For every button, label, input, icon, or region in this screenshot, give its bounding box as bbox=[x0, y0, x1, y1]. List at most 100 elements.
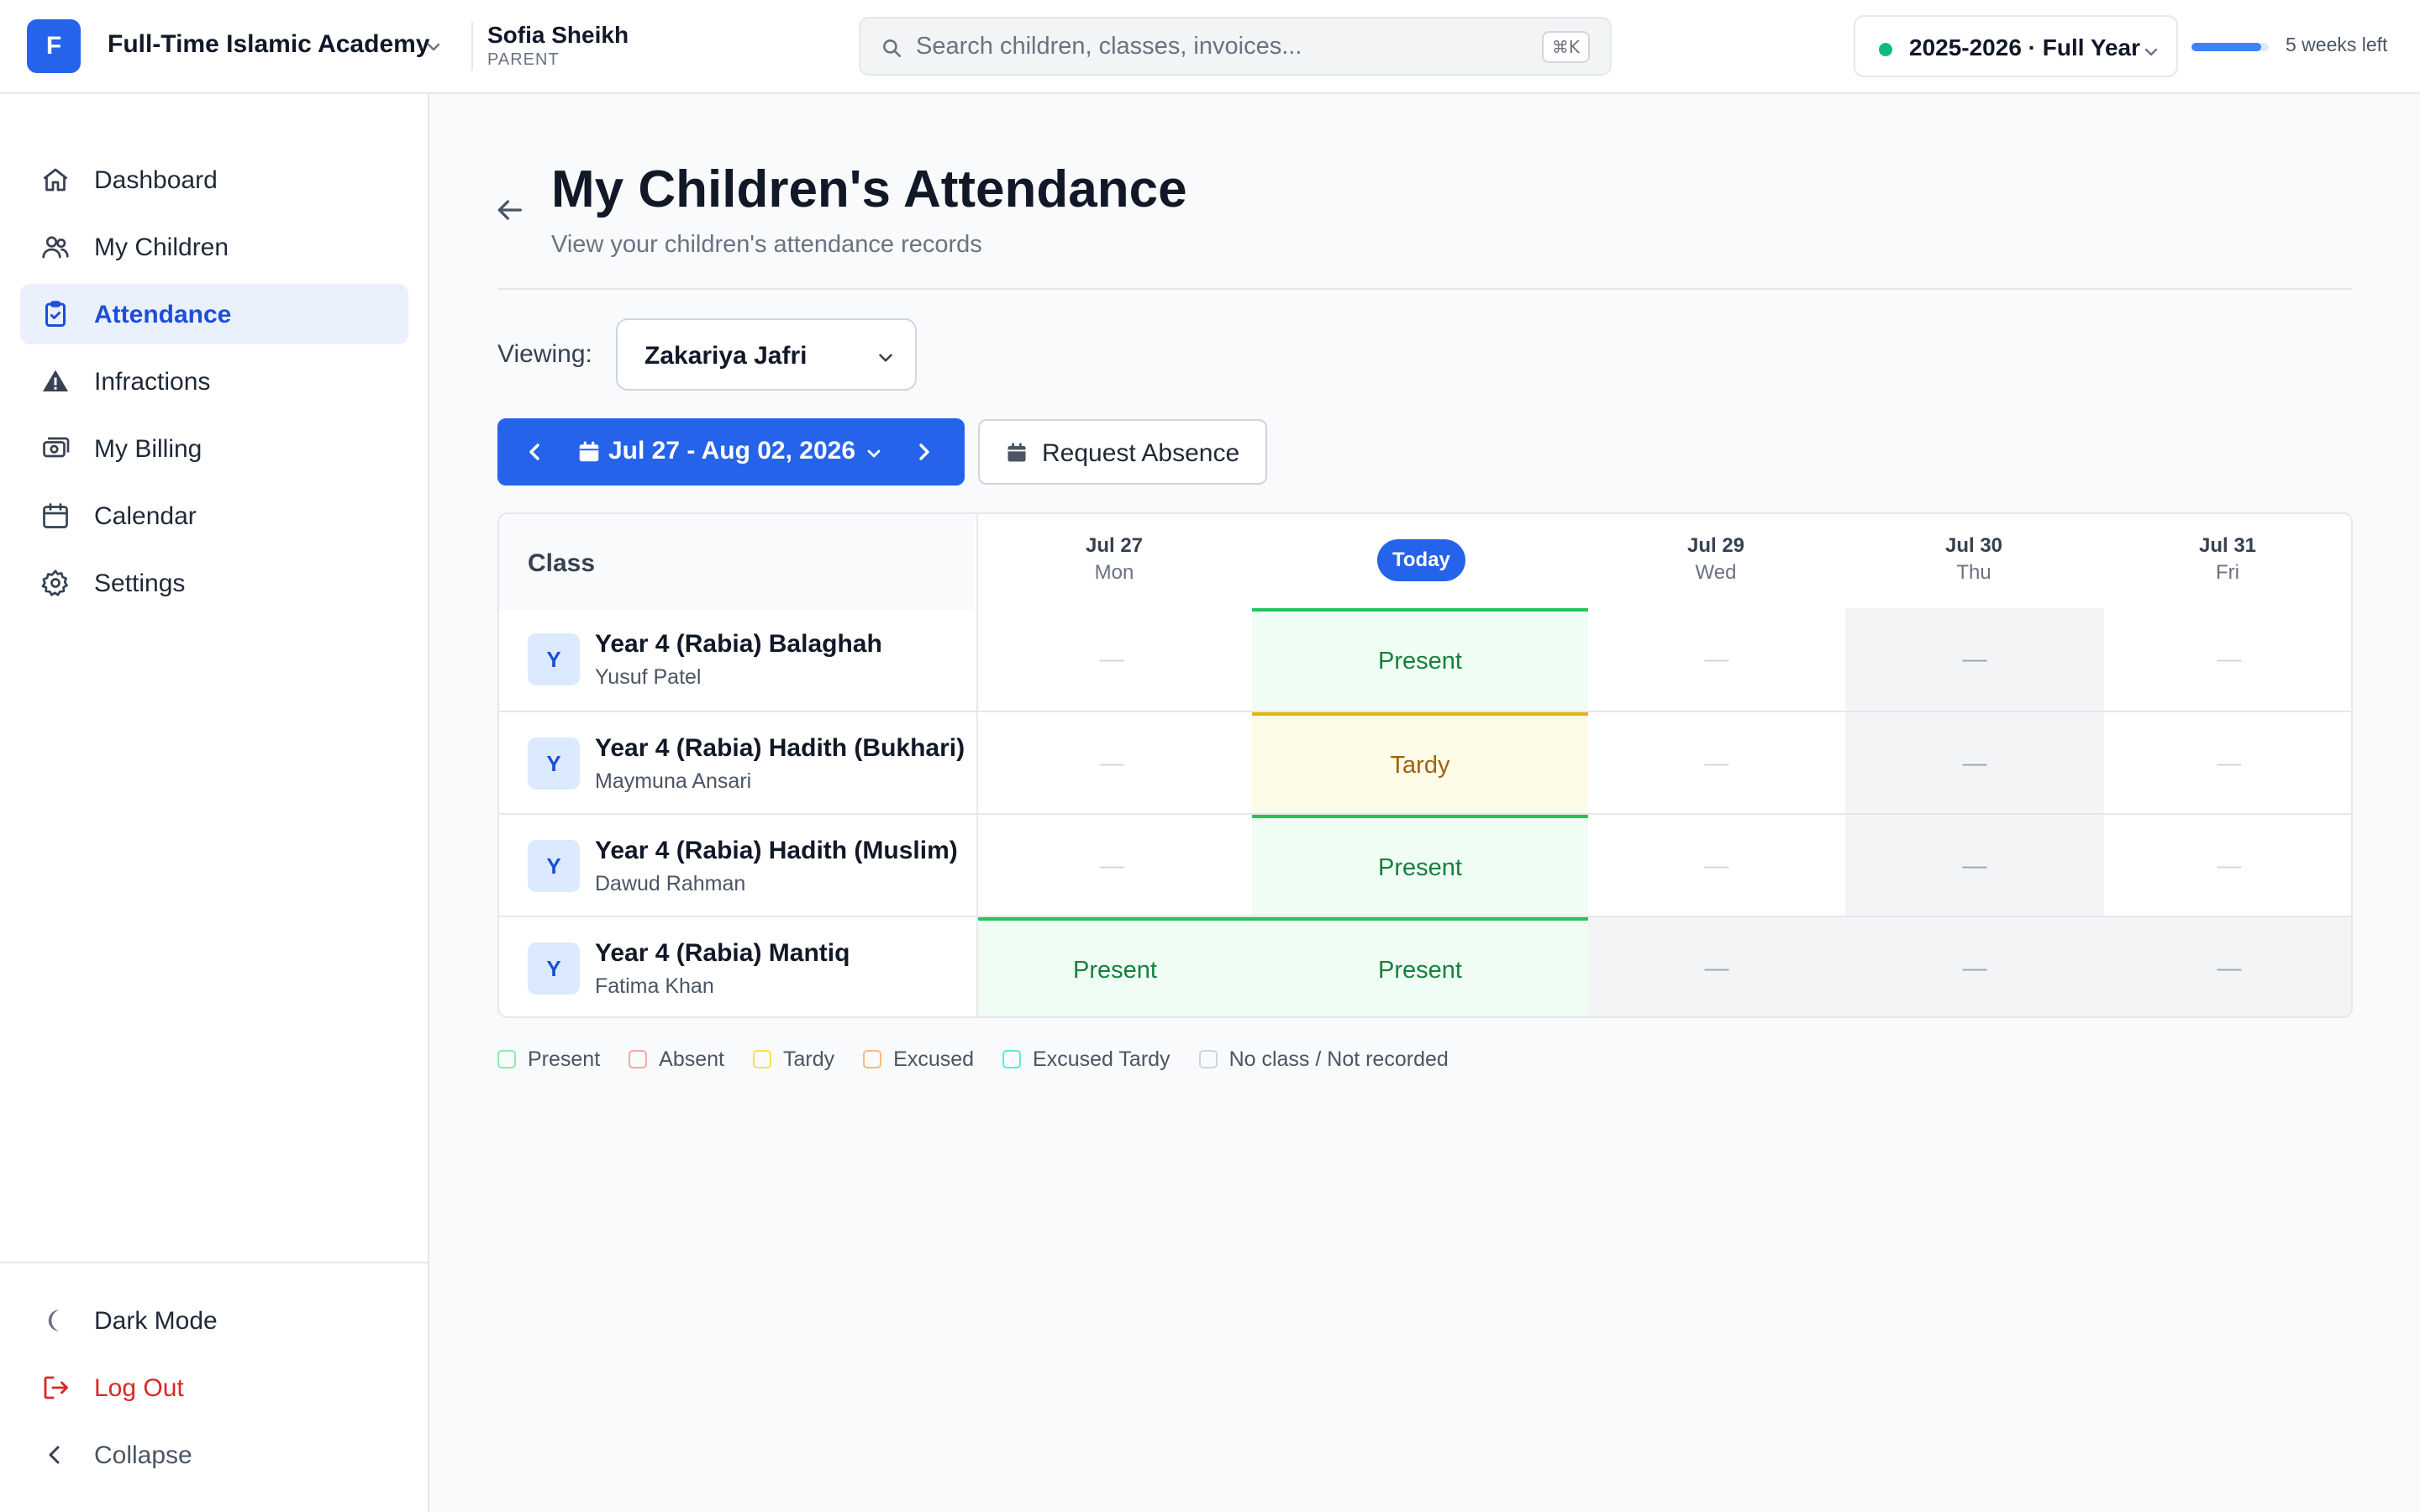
sidebar-item-label: My Children bbox=[94, 234, 229, 261]
attendance-cell: — bbox=[1845, 917, 2104, 1016]
logout-button[interactable]: Log Out bbox=[20, 1357, 408, 1418]
header-divider bbox=[471, 22, 473, 71]
cash-icon bbox=[43, 437, 70, 458]
week-range-button[interactable]: Jul 27 - Aug 02, 2026 bbox=[608, 437, 855, 465]
class-name: Year 4 (Rabia) Hadith (Bukhari) bbox=[595, 734, 965, 762]
attendance-cell: — bbox=[1704, 852, 1729, 879]
teacher-name: Fatima Khan bbox=[595, 974, 714, 998]
clipboard-check-icon bbox=[45, 301, 66, 327]
year-progress-fill bbox=[2191, 43, 2261, 51]
chevron-down-icon[interactable] bbox=[424, 37, 444, 57]
sidebar: Dashboard My Children Attendance Infract… bbox=[0, 94, 429, 1512]
school-year-label: 2025-2026 · Full Year bbox=[1909, 34, 2140, 60]
org-name[interactable]: Full-Time Islamic Academy bbox=[108, 30, 429, 59]
table-row: Y Year 4 (Rabia) Hadith (Bukhari) Maymun… bbox=[499, 712, 2351, 815]
legend-item-present: Present bbox=[497, 1047, 600, 1072]
today-badge: Today bbox=[1377, 539, 1465, 581]
page-title: My Children's Attendance bbox=[551, 160, 1187, 218]
gear-icon bbox=[41, 570, 68, 596]
attendance-cell: — bbox=[1704, 645, 1729, 673]
sidebar-item-label: Attendance bbox=[94, 301, 232, 328]
class-avatar: Y bbox=[528, 738, 580, 790]
attendance-cell: — bbox=[1588, 917, 1845, 1016]
top-header: F Full-Time Islamic Academy Sofia Sheikh… bbox=[0, 0, 2420, 94]
attendance-cell: — bbox=[1704, 749, 1729, 777]
legend-label: No class / Not recorded bbox=[1228, 1047, 1449, 1071]
request-absence-button[interactable]: Request Absence bbox=[978, 419, 1267, 485]
calendar-icon bbox=[1007, 443, 1026, 462]
sidebar-item-dashboard[interactable]: Dashboard bbox=[20, 150, 408, 210]
class-avatar: Y bbox=[528, 942, 580, 995]
day-header-jul-31: Jul 31 Fri bbox=[2144, 534, 2312, 585]
class-name: Year 4 (Rabia) Hadith (Muslim) bbox=[595, 837, 958, 864]
sidebar-item-attendance[interactable]: Attendance bbox=[20, 284, 408, 344]
previous-week-button[interactable] bbox=[521, 438, 548, 465]
selected-child: Zakariya Jafri bbox=[644, 342, 808, 370]
teacher-name: Maymuna Ansari bbox=[595, 769, 752, 793]
dark-mode-toggle[interactable]: Dark Mode bbox=[20, 1290, 408, 1351]
sidebar-item-settings[interactable]: Settings bbox=[20, 553, 408, 613]
moon-icon bbox=[48, 1310, 60, 1331]
day-date: Jul 31 bbox=[2198, 534, 2257, 557]
attendance-cell: — bbox=[1099, 645, 1124, 673]
day-header-jul-27: Jul 27 Mon bbox=[1030, 534, 1198, 585]
dark-mode-label: Dark Mode bbox=[94, 1307, 218, 1335]
calendar-icon bbox=[579, 441, 599, 462]
chevron-down-icon bbox=[2144, 48, 2158, 56]
attendance-cell: — bbox=[1099, 749, 1124, 777]
search-bar[interactable]: ⌘K bbox=[859, 17, 1612, 76]
chevron-left-icon bbox=[49, 1446, 60, 1464]
teacher-name: Yusuf Patel bbox=[595, 665, 702, 689]
attendance-legend: Present Absent Tardy Excused Excused Tar… bbox=[497, 1047, 1477, 1072]
org-logo[interactable]: F bbox=[27, 19, 81, 73]
attendance-cell-present[interactable]: Present bbox=[978, 917, 1252, 1016]
class-avatar: Y bbox=[528, 633, 580, 685]
collapse-sidebar-button[interactable]: Collapse bbox=[20, 1425, 408, 1485]
legend-label: Excused bbox=[893, 1047, 975, 1071]
class-column-header: Class bbox=[528, 549, 596, 577]
sidebar-item-label: Infractions bbox=[94, 368, 211, 396]
chevron-down-icon bbox=[879, 354, 892, 362]
week-navigator: Jul 27 - Aug 02, 2026 bbox=[497, 418, 965, 486]
legend-label: Absent bbox=[659, 1047, 725, 1071]
attendance-cell-present[interactable]: Present bbox=[1252, 608, 1588, 711]
year-progress-bar bbox=[2191, 43, 2269, 51]
attendance-cell: — bbox=[2217, 852, 2242, 879]
attendance-cell: — bbox=[1845, 608, 2104, 711]
home-icon bbox=[43, 168, 68, 192]
request-absence-label: Request Absence bbox=[1042, 439, 1240, 467]
legend-item-absent: Absent bbox=[629, 1047, 724, 1072]
attendance-cell: — bbox=[2217, 749, 2242, 777]
child-selector[interactable]: Zakariya Jafri bbox=[616, 318, 917, 391]
day-weekday: Wed bbox=[1695, 561, 1737, 584]
calendar-icon bbox=[43, 503, 68, 528]
attendance-cell-tardy[interactable]: Tardy bbox=[1252, 712, 1588, 815]
sidebar-item-calendar[interactable]: Calendar bbox=[20, 486, 408, 546]
search-input[interactable] bbox=[916, 29, 1504, 64]
day-header-jul-29: Jul 29 Wed bbox=[1632, 534, 1800, 585]
legend-swatch bbox=[1002, 1050, 1022, 1068]
next-week-button[interactable] bbox=[911, 438, 938, 465]
logout-icon bbox=[44, 1376, 68, 1399]
day-date: Jul 27 bbox=[1085, 534, 1144, 557]
search-shortcut-badge: ⌘K bbox=[1541, 31, 1590, 63]
sidebar-item-label: My Billing bbox=[94, 435, 203, 463]
school-year-selector[interactable]: 2025-2026 · Full Year bbox=[1854, 15, 2178, 77]
legend-swatch bbox=[753, 1050, 772, 1068]
attendance-cell-present[interactable]: Present bbox=[1252, 917, 1588, 1016]
attendance-cell: — bbox=[1845, 815, 2104, 917]
attendance-cell: — bbox=[1099, 852, 1124, 879]
attendance-table: Class Jul 27 Mon Today Jul 29 Wed Jul 30… bbox=[497, 512, 2353, 1018]
sidebar-item-my-children[interactable]: My Children bbox=[20, 217, 408, 277]
sidebar-item-label: Settings bbox=[94, 570, 186, 597]
collapse-label: Collapse bbox=[94, 1441, 192, 1469]
legend-item-no-class: No class / Not recorded bbox=[1198, 1047, 1449, 1072]
users-icon bbox=[42, 236, 69, 259]
teacher-name: Dawud Rahman bbox=[595, 872, 746, 895]
sidebar-item-infractions[interactable]: Infractions bbox=[20, 351, 408, 412]
back-arrow-icon[interactable] bbox=[492, 193, 526, 227]
legend-swatch bbox=[629, 1050, 648, 1068]
legend-label: Tardy bbox=[783, 1047, 835, 1071]
attendance-cell-present[interactable]: Present bbox=[1252, 815, 1588, 917]
sidebar-item-my-billing[interactable]: My Billing bbox=[20, 418, 408, 479]
